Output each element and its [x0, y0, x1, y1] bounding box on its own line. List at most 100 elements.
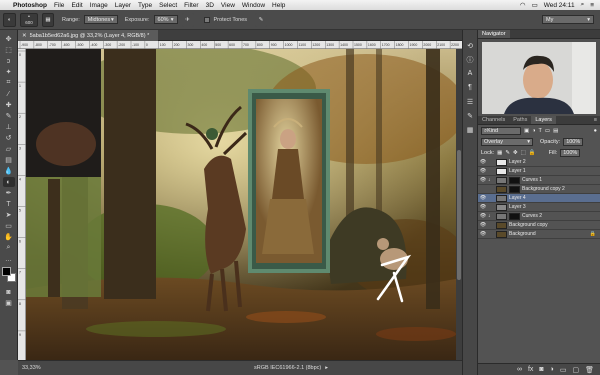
zoom-level[interactable]: 33,33% — [22, 365, 62, 371]
gradient-tool-icon[interactable]: ▤ — [3, 155, 15, 165]
list-icon[interactable]: ≡ — [590, 2, 594, 9]
menu-help[interactable]: Help — [272, 2, 285, 9]
battery-icon[interactable]: ▭ — [532, 1, 538, 9]
swatches-panel-icon[interactable]: ▦ — [465, 124, 476, 135]
history-panel-icon[interactable]: ⟲ — [465, 40, 476, 51]
layer-row[interactable]: Background copy 2 — [478, 185, 600, 194]
layer-name[interactable]: Layer 1 — [509, 168, 526, 174]
range-select[interactable]: Midtones ▾ — [83, 15, 118, 24]
more-tools-icon[interactable]: … — [3, 254, 15, 264]
menubar-clock[interactable]: Wed 24:11 — [544, 2, 575, 9]
quick-select-tool-icon[interactable]: ✦ — [3, 67, 15, 77]
filter-pixel-icon[interactable]: ▣ — [524, 128, 529, 134]
layer-row[interactable]: 👁 Layer 1 — [478, 167, 600, 176]
tab-paths[interactable]: Paths — [509, 116, 531, 124]
character-panel-icon[interactable]: A — [465, 68, 476, 79]
fill-input[interactable]: 100% — [560, 149, 581, 157]
eye-icon[interactable]: 👁 — [478, 231, 488, 237]
exposure-input[interactable]: 60% ▾ — [153, 15, 178, 24]
dodge-tool-icon[interactable]: ◐ — [2, 177, 15, 187]
screen-mode-icon[interactable]: ▣ — [3, 298, 15, 308]
layer-name[interactable]: Layer 4 — [509, 195, 526, 201]
layer-name[interactable]: Background copy — [509, 222, 548, 228]
filter-smart-object-icon[interactable]: ▤ — [553, 128, 558, 134]
eraser-tool-icon[interactable]: ▱ — [3, 144, 15, 154]
eye-icon[interactable]: 👁 — [478, 222, 488, 228]
history-brush-tool-icon[interactable]: ↺ — [3, 133, 15, 143]
layer-row[interactable]: 👁 ↓ Curves 2 — [478, 212, 600, 221]
pressure-size-icon[interactable]: ✎ — [255, 12, 268, 27]
lock-all-icon[interactable]: 🔒 — [529, 150, 536, 156]
menu-edit[interactable]: Edit — [71, 2, 82, 9]
pen-tool-icon[interactable]: ✒ — [3, 188, 15, 198]
tab-channels[interactable]: Channels — [478, 116, 509, 124]
document-canvas[interactable] — [26, 49, 456, 360]
eye-icon[interactable]: 👁 — [478, 177, 488, 183]
layer-row-selected[interactable]: 👁 Layer 4 — [478, 194, 600, 203]
eye-icon[interactable]: 👁 — [478, 195, 488, 201]
app-menu[interactable]: Photoshop — [13, 2, 47, 9]
brush-tool-icon[interactable]: ✎ — [3, 111, 15, 121]
filter-type-icon[interactable]: T — [539, 128, 542, 134]
workspace-select[interactable]: My ▾ — [542, 15, 594, 24]
blend-mode-select[interactable]: Overlay ▾ — [481, 138, 533, 146]
type-tool-icon[interactable]: T — [3, 199, 15, 209]
menu-layer[interactable]: Layer — [115, 2, 131, 9]
layer-name[interactable]: Background — [509, 231, 536, 237]
lock-position-icon[interactable]: ✥ — [513, 150, 518, 156]
move-tool-icon[interactable]: ✥ — [3, 34, 15, 44]
lasso-tool-icon[interactable]: ↄ — [3, 56, 15, 66]
menu-3d[interactable]: 3D — [206, 2, 214, 9]
color-swatches[interactable] — [1, 267, 16, 283]
marquee-tool-icon[interactable]: ⬚ — [3, 45, 15, 55]
layer-name[interactable]: Curves 1 — [522, 177, 542, 183]
close-icon[interactable]: ✕ — [22, 33, 27, 39]
foreground-color-swatch[interactable] — [1, 267, 11, 276]
add-mask-icon[interactable]: ◙ — [539, 366, 543, 373]
menu-window[interactable]: Window — [242, 2, 265, 9]
eye-icon[interactable]: 👁 — [478, 213, 488, 219]
menu-view[interactable]: View — [221, 2, 235, 9]
menu-file[interactable]: File — [54, 2, 64, 9]
zoom-tool-icon[interactable]: ⌕ — [3, 243, 15, 253]
tab-layers[interactable]: Layers — [531, 116, 556, 124]
menu-image[interactable]: Image — [90, 2, 108, 9]
panel-menu-icon[interactable]: ≡ — [594, 117, 597, 123]
dodge-tool-preset-icon[interactable]: ◐ — [3, 12, 16, 27]
filter-adjustment-icon[interactable]: ◑ — [532, 128, 535, 134]
menu-select[interactable]: Select — [159, 2, 177, 9]
chevron-right-icon[interactable]: ▸ — [325, 365, 328, 371]
properties-panel-icon[interactable]: ☰ — [465, 96, 476, 107]
layer-name[interactable]: Background copy 2 — [522, 186, 565, 192]
shape-tool-icon[interactable]: ▭ — [3, 221, 15, 231]
brush-preset-picker[interactable]: • 600 — [20, 12, 38, 27]
layer-style-icon[interactable]: fx — [528, 366, 533, 373]
crop-tool-icon[interactable]: ⌗ — [3, 78, 15, 88]
link-layers-icon[interactable]: ∞ — [517, 366, 522, 373]
path-select-tool-icon[interactable]: ➤ — [3, 210, 15, 220]
new-group-icon[interactable]: ▭ — [560, 366, 567, 374]
tab-navigator[interactable]: Navigator — [478, 30, 510, 38]
layer-name[interactable]: Curves 2 — [522, 213, 542, 219]
new-layer-icon[interactable]: ▢ — [572, 366, 579, 374]
eye-icon[interactable]: 👁 — [478, 159, 488, 165]
wifi-icon[interactable]: ◠ — [520, 1, 526, 9]
hand-tool-icon[interactable]: ✋ — [3, 232, 15, 242]
menu-type[interactable]: Type — [138, 2, 152, 9]
brush-settings-icon[interactable]: ✎ — [465, 110, 476, 121]
eye-icon[interactable]: 👁 — [478, 204, 488, 210]
opacity-input[interactable]: 100% — [563, 138, 584, 146]
healing-brush-tool-icon[interactable]: ✚ — [3, 100, 15, 110]
layer-row[interactable]: 👁 Layer 2 — [478, 158, 600, 167]
filter-toggle-icon[interactable]: ● — [594, 128, 597, 134]
vertical-scrollbar-thumb[interactable] — [457, 150, 461, 280]
adjustment-layer-icon[interactable]: ◑ — [550, 366, 554, 373]
layer-row[interactable]: 👁 Layer 3 — [478, 203, 600, 212]
menu-filter[interactable]: Filter — [184, 2, 198, 9]
lock-artboard-icon[interactable]: ⬚ — [521, 150, 526, 156]
clone-stamp-tool-icon[interactable]: ⊥ — [3, 122, 15, 132]
brush-panel-icon[interactable]: ▦ — [42, 12, 54, 27]
airbrush-icon[interactable]: ✈ — [181, 12, 194, 27]
eyedropper-tool-icon[interactable]: ⁄ — [3, 89, 15, 99]
trash-icon[interactable]: 🗑 — [585, 366, 594, 374]
